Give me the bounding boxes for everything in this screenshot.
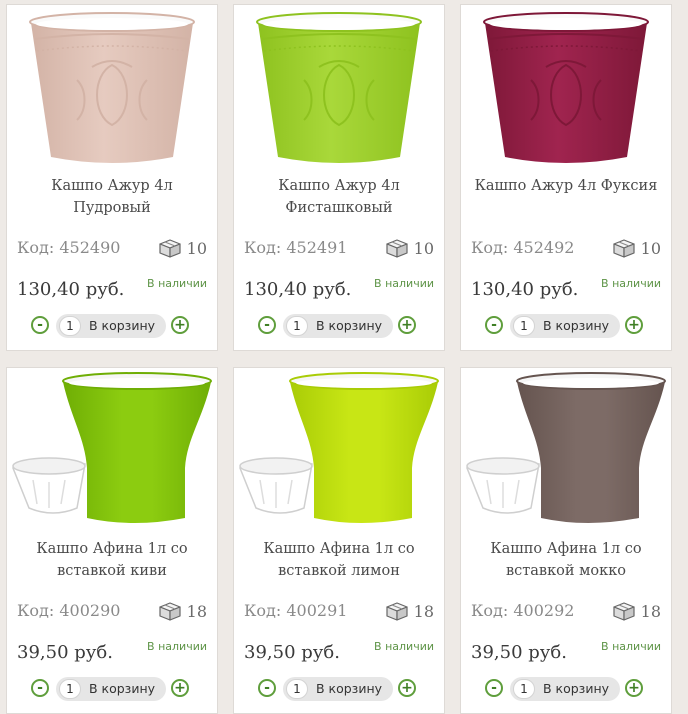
cart-pill: 1 В корзину bbox=[56, 677, 166, 701]
quantity-decrease-button[interactable]: - bbox=[485, 316, 503, 334]
product-image[interactable] bbox=[234, 5, 444, 170]
product-price: 39,50 руб. bbox=[471, 642, 567, 663]
stock-count: 18 bbox=[385, 601, 434, 621]
quantity-input[interactable]: 1 bbox=[513, 316, 535, 336]
stock-value: 10 bbox=[640, 238, 661, 258]
product-code: Код: 400292 bbox=[471, 601, 575, 620]
product-title[interactable]: Кашпо Афина 1л со вставкой киви bbox=[11, 538, 213, 582]
availability-status: В наличии bbox=[374, 277, 434, 290]
add-to-cart-button[interactable]: В корзину bbox=[316, 677, 382, 701]
product-card: Кашпо Ажур 4л Пудровый Код: 452490 10 13… bbox=[6, 4, 218, 351]
quantity-input[interactable]: 1 bbox=[59, 679, 81, 699]
box-icon bbox=[612, 601, 636, 621]
quantity-increase-button[interactable]: + bbox=[398, 316, 416, 334]
stock-value: 10 bbox=[186, 238, 207, 258]
stock-value: 18 bbox=[640, 601, 661, 621]
product-grid: Кашпо Ажур 4л Пудровый Код: 452490 10 13… bbox=[0, 0, 688, 714]
cart-pill: 1 В корзину bbox=[56, 314, 166, 338]
product-code: Код: 400290 bbox=[17, 601, 121, 620]
box-icon bbox=[612, 238, 636, 258]
add-to-cart-button[interactable]: В корзину bbox=[543, 677, 609, 701]
product-title[interactable]: Кашпо Ажур 4л Фисташковый bbox=[238, 175, 440, 219]
product-card: Кашпо Афина 1л со вставкой лимон Код: 40… bbox=[233, 367, 445, 714]
product-code: Код: 452492 bbox=[471, 238, 575, 257]
box-icon bbox=[385, 601, 409, 621]
quantity-increase-button[interactable]: + bbox=[171, 679, 189, 697]
product-code: Код: 452491 bbox=[244, 238, 348, 257]
availability-status: В наличии bbox=[374, 640, 434, 653]
quantity-input[interactable]: 1 bbox=[286, 679, 308, 699]
add-to-cart-controls: - 1 В корзину + bbox=[258, 314, 428, 338]
box-icon bbox=[158, 601, 182, 621]
add-to-cart-controls: - 1 В корзину + bbox=[485, 314, 655, 338]
add-to-cart-button[interactable]: В корзину bbox=[89, 677, 155, 701]
quantity-input[interactable]: 1 bbox=[286, 316, 308, 336]
add-to-cart-controls: - 1 В корзину + bbox=[258, 677, 428, 701]
cart-pill: 1 В корзину bbox=[510, 677, 620, 701]
product-image[interactable] bbox=[7, 368, 217, 533]
add-to-cart-button[interactable]: В корзину bbox=[316, 314, 382, 338]
product-card: Кашпо Афина 1л со вставкой киви Код: 400… bbox=[6, 367, 218, 714]
stock-count: 10 bbox=[612, 238, 661, 258]
product-code: Код: 452490 bbox=[17, 238, 121, 257]
stock-count: 18 bbox=[158, 601, 207, 621]
quantity-decrease-button[interactable]: - bbox=[31, 316, 49, 334]
stock-value: 18 bbox=[413, 601, 434, 621]
product-title[interactable]: Кашпо Ажур 4л Фуксия bbox=[465, 175, 667, 197]
cart-pill: 1 В корзину bbox=[510, 314, 620, 338]
product-price: 130,40 руб. bbox=[17, 279, 125, 300]
quantity-decrease-button[interactable]: - bbox=[258, 679, 276, 697]
product-image[interactable] bbox=[461, 368, 671, 533]
stock-value: 18 bbox=[186, 601, 207, 621]
box-icon bbox=[385, 238, 409, 258]
availability-status: В наличии bbox=[601, 640, 661, 653]
product-card: Кашпо Ажур 4л Фисташковый Код: 452491 10… bbox=[233, 4, 445, 351]
product-image[interactable] bbox=[461, 5, 671, 170]
add-to-cart-controls: - 1 В корзину + bbox=[31, 677, 201, 701]
stock-value: 10 bbox=[413, 238, 434, 258]
cart-pill: 1 В корзину bbox=[283, 314, 393, 338]
product-title[interactable]: Кашпо Ажур 4л Пудровый bbox=[11, 175, 213, 219]
product-code: Код: 400291 bbox=[244, 601, 348, 620]
availability-status: В наличии bbox=[147, 277, 207, 290]
quantity-decrease-button[interactable]: - bbox=[31, 679, 49, 697]
product-price: 130,40 руб. bbox=[244, 279, 352, 300]
availability-status: В наличии bbox=[147, 640, 207, 653]
product-price: 39,50 руб. bbox=[17, 642, 113, 663]
product-title[interactable]: Кашпо Афина 1л со вставкой лимон bbox=[238, 538, 440, 582]
quantity-increase-button[interactable]: + bbox=[171, 316, 189, 334]
product-image[interactable] bbox=[234, 368, 444, 533]
add-to-cart-controls: - 1 В корзину + bbox=[31, 314, 201, 338]
stock-count: 10 bbox=[385, 238, 434, 258]
product-card: Кашпо Афина 1л со вставкой мокко Код: 40… bbox=[460, 367, 672, 714]
quantity-input[interactable]: 1 bbox=[513, 679, 535, 699]
product-price: 39,50 руб. bbox=[244, 642, 340, 663]
add-to-cart-button[interactable]: В корзину bbox=[89, 314, 155, 338]
add-to-cart-controls: - 1 В корзину + bbox=[485, 677, 655, 701]
cart-pill: 1 В корзину bbox=[283, 677, 393, 701]
product-card: Кашпо Ажур 4л Фуксия Код: 452492 10 130,… bbox=[460, 4, 672, 351]
box-icon bbox=[158, 238, 182, 258]
quantity-increase-button[interactable]: + bbox=[625, 679, 643, 697]
product-title[interactable]: Кашпо Афина 1л со вставкой мокко bbox=[465, 538, 667, 582]
quantity-input[interactable]: 1 bbox=[59, 316, 81, 336]
add-to-cart-button[interactable]: В корзину bbox=[543, 314, 609, 338]
quantity-decrease-button[interactable]: - bbox=[258, 316, 276, 334]
product-price: 130,40 руб. bbox=[471, 279, 579, 300]
stock-count: 18 bbox=[612, 601, 661, 621]
quantity-increase-button[interactable]: + bbox=[398, 679, 416, 697]
product-image[interactable] bbox=[7, 5, 217, 170]
availability-status: В наличии bbox=[601, 277, 661, 290]
stock-count: 10 bbox=[158, 238, 207, 258]
quantity-increase-button[interactable]: + bbox=[625, 316, 643, 334]
quantity-decrease-button[interactable]: - bbox=[485, 679, 503, 697]
